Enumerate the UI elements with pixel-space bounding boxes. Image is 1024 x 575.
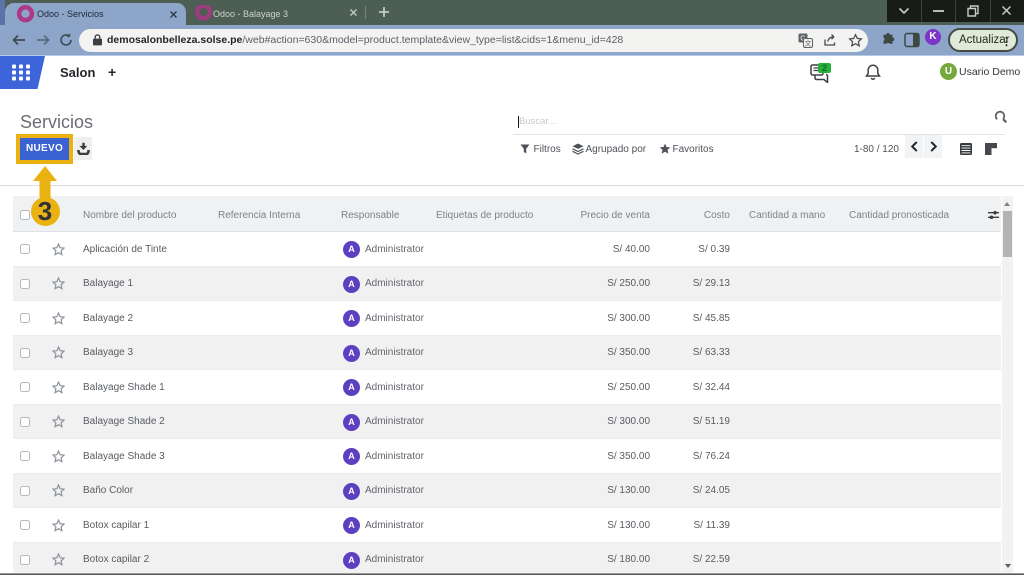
svg-text:文: 文 bbox=[805, 38, 812, 47]
